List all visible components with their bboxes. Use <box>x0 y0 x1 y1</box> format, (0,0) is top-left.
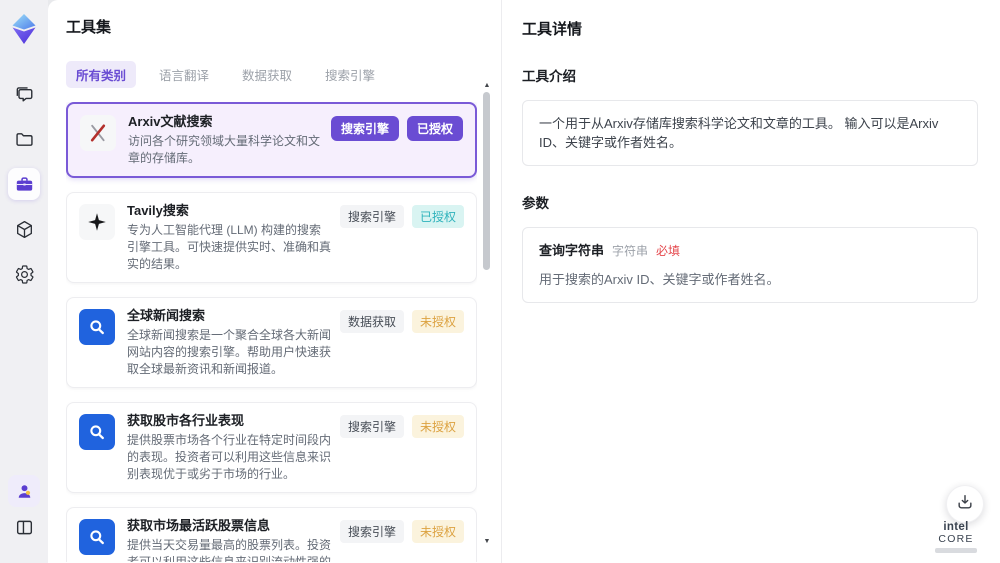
tool-description: 提供股票市场各个行业在特定时间段内的表现。投资者可以利用这些信息来识别表现优于或… <box>127 433 332 481</box>
auth-status-badge: 未授权 <box>411 520 464 543</box>
rail-nav <box>8 78 40 303</box>
category-badge: 搜索引擎 <box>330 116 399 141</box>
tool-card-list: Arxiv文献搜索 访问各个研究领域大量科学论文和文章的存储库。 搜索引擎 已授权 Ta… <box>66 102 477 562</box>
page-title: 工具集 <box>66 19 112 36</box>
list-scrollbar[interactable]: ▲ ▼ <box>483 82 491 546</box>
tool-description: 专为人工智能代理 (LLM) 构建的搜索引擎工具。可快速提供实时、准确和真实的结… <box>127 223 332 271</box>
tool-name: 获取股市各行业表现 <box>127 413 245 428</box>
tool-card-2[interactable]: 全球新闻搜索全球新闻搜索是一个聚合全球各大新闻网站内容的搜索引擎。帮助用户快速获… <box>66 297 477 388</box>
tool-detail-pane: 工具详情 工具介绍 一个用于从Arxiv存储库搜索科学论文和文章的工具。 输入可… <box>502 0 1000 563</box>
tab-1[interactable]: 语言翻译 <box>149 61 219 88</box>
category-badge: 搜索引擎 <box>339 520 404 543</box>
tool-description: 访问各个研究领域大量科学论文和文章的存储库。 <box>128 134 321 165</box>
param-name: 查询字符串 <box>539 243 605 258</box>
scroll-up-arrow[interactable]: ▲ <box>483 82 491 90</box>
intro-heading: 工具介绍 <box>522 69 576 84</box>
intel-core-logo: intel CORE <box>926 521 986 553</box>
cube-icon <box>14 219 35 240</box>
tool-card-1[interactable]: Tavily搜索专为人工智能代理 (LLM) 构建的搜索引擎工具。可快速提供实时… <box>66 192 477 283</box>
search-icon <box>79 309 115 345</box>
chat-icon <box>14 84 35 105</box>
auth-status-badge: 未授权 <box>411 415 464 438</box>
params-heading: 参数 <box>522 196 549 211</box>
category-badge: 数据获取 <box>339 310 404 333</box>
tool-name: 获取市场最活跃股票信息 <box>127 518 271 533</box>
tool-name: 全球新闻搜索 <box>127 308 206 323</box>
param-head: 查询字符串 字符串 必填 <box>539 241 961 261</box>
tool-card-4[interactable]: 获取市场最活跃股票信息提供当天交易量最高的股票列表。投资者可以利用这些信息来识别… <box>66 507 477 562</box>
brand-bar <box>935 548 977 553</box>
arxiv-icon <box>80 115 116 151</box>
tool-tags: 搜索引擎 未授权 <box>339 520 464 543</box>
tool-card-body: 全球新闻搜索全球新闻搜索是一个聚合全球各大新闻网站内容的搜索引擎。帮助用户快速获… <box>127 307 340 378</box>
tool-tags: 数据获取 未授权 <box>339 310 464 333</box>
category-badge: 搜索引擎 <box>339 415 404 438</box>
tool-description: 提供当天交易量最高的股票列表。投资者可以利用这些信息来识别流动性强的股票和潜在的… <box>127 538 332 562</box>
tool-tags: 搜索引擎 已授权 <box>330 116 463 141</box>
auth-status-badge: 已授权 <box>406 116 463 141</box>
rail-bottom-item-user[interactable] <box>8 475 40 507</box>
tavily-icon <box>79 204 115 240</box>
category-tabs: 所有类别 语言翻译 数据获取 搜索引擎 <box>66 61 477 88</box>
tool-card-body: 获取股市各行业表现提供股票市场各个行业在特定时间段内的表现。投资者可以利用这些信… <box>127 412 340 483</box>
search-icon <box>79 414 115 450</box>
panel-icon <box>14 517 35 538</box>
scroll-down-arrow[interactable]: ▼ <box>483 538 491 546</box>
tool-name: Arxiv文献搜索 <box>128 114 213 129</box>
tool-description: 全球新闻搜索是一个聚合全球各大新闻网站内容的搜索引擎。帮助用户快速获取全球最新资… <box>127 328 332 376</box>
param-required-badge: 必填 <box>656 244 681 258</box>
tab-2[interactable]: 数据获取 <box>232 61 302 88</box>
gear-icon <box>14 264 35 285</box>
rail-item-briefcase[interactable] <box>8 168 40 200</box>
tool-card-3[interactable]: 获取股市各行业表现提供股票市场各个行业在特定时间段内的表现。投资者可以利用这些信… <box>66 402 477 493</box>
tool-card-body: 获取市场最活跃股票信息提供当天交易量最高的股票列表。投资者可以利用这些信息来识别… <box>127 517 340 562</box>
auth-status-badge: 已授权 <box>411 205 464 228</box>
left-icon-rail <box>0 0 48 563</box>
param-type: 字符串 <box>612 244 649 258</box>
tool-tags: 搜索引擎 已授权 <box>339 205 464 228</box>
scrollbar-thumb[interactable] <box>483 92 490 270</box>
rail-item-folder[interactable] <box>8 123 40 155</box>
rail-item-gear[interactable] <box>8 258 40 290</box>
folder-icon <box>14 129 35 150</box>
download-button[interactable] <box>946 485 984 523</box>
category-badge: 搜索引擎 <box>339 205 404 228</box>
main-panel: 工具集 所有类别 语言翻译 数据获取 搜索引擎 Arxiv文献搜索 访问各个研究领域大量… <box>48 0 1000 563</box>
tool-name: Tavily搜索 <box>127 203 189 218</box>
tool-card-body: Arxiv文献搜索访问各个研究领域大量科学论文和文章的存储库。 <box>128 113 331 167</box>
tool-list-pane: 工具集 所有类别 语言翻译 数据获取 搜索引擎 Arxiv文献搜索 访问各个研究领域大量… <box>48 0 502 563</box>
download-icon <box>955 492 975 517</box>
tool-card-0[interactable]: Arxiv文献搜索访问各个研究领域大量科学论文和文章的存储库。 搜索引擎 已授权 <box>66 102 477 178</box>
search-icon <box>79 519 115 555</box>
rail-bottom <box>8 475 40 563</box>
intro-text: 一个用于从Arxiv存储库搜索科学论文和文章的工具。 输入可以是Arxiv ID… <box>539 116 939 150</box>
brand-core: CORE <box>938 533 974 545</box>
auth-status-badge: 未授权 <box>411 310 464 333</box>
tool-card-body: Tavily搜索专为人工智能代理 (LLM) 构建的搜索引擎工具。可快速提供实时… <box>127 202 340 273</box>
param-desc: 用于搜索的Arxiv ID、关键字或作者姓名。 <box>539 272 780 287</box>
param-box: 查询字符串 字符串 必填 用于搜索的Arxiv ID、关键字或作者姓名。 <box>522 227 978 303</box>
detail-title: 工具详情 <box>522 21 583 38</box>
intro-text-box: 一个用于从Arxiv存储库搜索科学论文和文章的工具。 输入可以是Arxiv ID… <box>522 100 978 166</box>
tab-3[interactable]: 搜索引擎 <box>315 61 385 88</box>
rail-item-chat[interactable] <box>8 78 40 110</box>
app-logo <box>9 13 39 45</box>
user-icon <box>14 481 35 502</box>
briefcase-icon <box>14 174 35 195</box>
tool-tags: 搜索引擎 未授权 <box>339 415 464 438</box>
rail-item-cube[interactable] <box>8 213 40 245</box>
tab-0[interactable]: 所有类别 <box>66 61 137 88</box>
rail-bottom-item-panel[interactable] <box>8 511 40 543</box>
brand-intel: intel <box>943 521 969 533</box>
